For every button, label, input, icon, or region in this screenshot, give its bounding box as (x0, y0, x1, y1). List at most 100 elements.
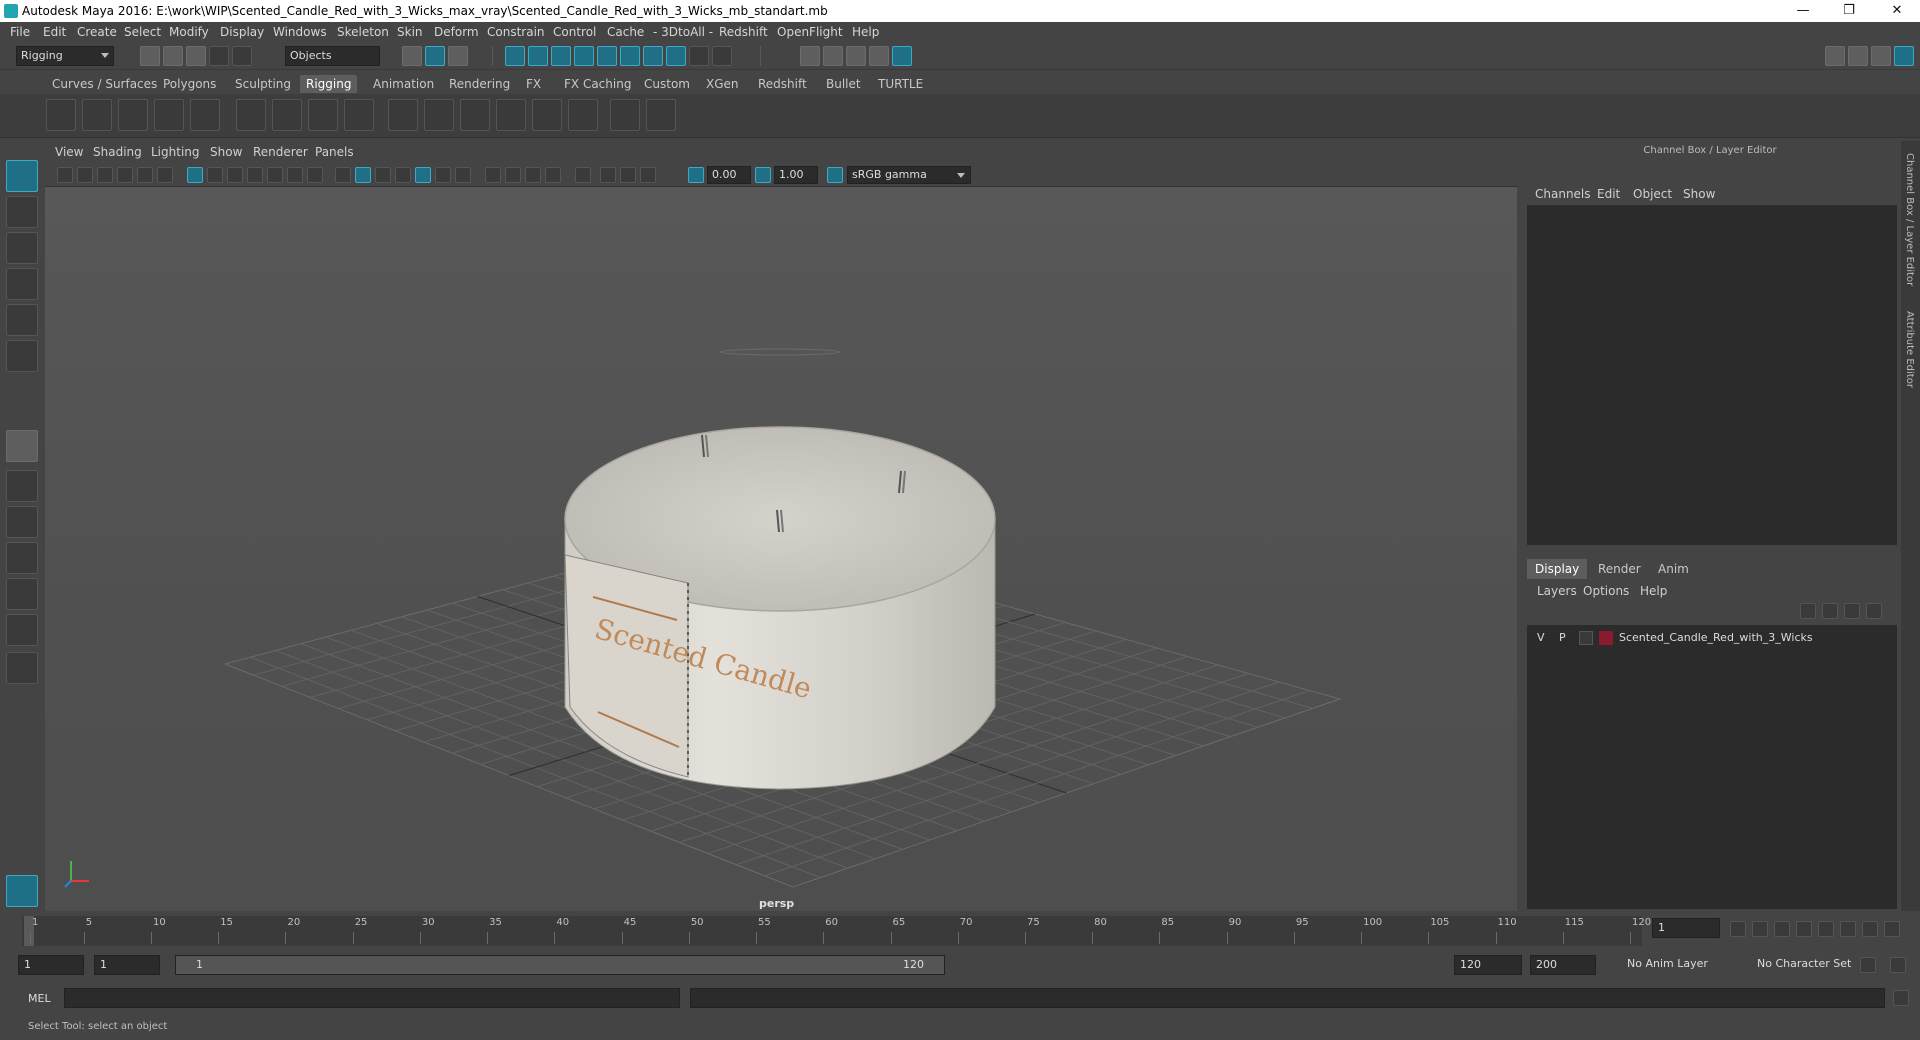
field-chart-icon[interactable] (267, 167, 283, 183)
tab-anim[interactable]: Anim (1650, 559, 1697, 579)
menu-deform[interactable]: Deform (434, 25, 479, 39)
layout-menu-icon[interactable] (6, 652, 38, 684)
menu-skeleton[interactable]: Skeleton (337, 25, 389, 39)
go-to-end-icon[interactable] (1884, 921, 1900, 937)
tab-redshift[interactable]: Redshift (752, 75, 813, 93)
motion-blur-icon[interactable] (505, 167, 521, 183)
current-frame-field[interactable]: 1 (1652, 918, 1720, 938)
layer-visibility-toggle[interactable]: V (1537, 631, 1545, 644)
scale-tool-icon[interactable] (6, 340, 38, 372)
layer-menu-options[interactable]: Options (1583, 584, 1629, 598)
2d-pan-zoom-icon[interactable] (137, 167, 153, 183)
menu-modify[interactable]: Modify (169, 25, 209, 39)
layer-playback-toggle[interactable]: P (1559, 631, 1566, 644)
play-forwards-icon[interactable] (1818, 921, 1834, 937)
shadows-icon[interactable] (455, 167, 471, 183)
paint-select-tool-icon[interactable] (6, 232, 38, 264)
select-by-component-icon[interactable] (448, 46, 468, 66)
bind-skin-icon[interactable] (388, 99, 418, 131)
tab-animation[interactable]: Animation (367, 75, 440, 93)
time-slider-bar[interactable]: 1 5 10 15 20 25 30 35 40 45 50 55 60 65 70 75 80 85 90 95 10… (22, 916, 1651, 946)
cb-menu-edit[interactable]: Edit (1597, 187, 1620, 201)
menu-display[interactable]: Display (220, 25, 264, 39)
parent-constraint-icon[interactable] (460, 99, 490, 131)
add-influence-icon[interactable] (610, 99, 640, 131)
lock-icon[interactable] (689, 46, 709, 66)
vp-menu-view[interactable]: View (55, 145, 83, 159)
tab-xgen[interactable]: XGen (700, 75, 745, 93)
gate-mask-icon[interactable] (247, 167, 263, 183)
new-layer-icon[interactable] (1844, 603, 1860, 619)
render-frame-icon[interactable] (823, 46, 843, 66)
pole-vector-icon[interactable] (568, 99, 598, 131)
tab-fx-caching[interactable]: FX Caching (558, 75, 637, 93)
playback-start-field[interactable]: 1 (94, 955, 160, 975)
move-layer-up-icon[interactable] (1800, 603, 1816, 619)
xray-icon[interactable] (600, 167, 616, 183)
gamma-field[interactable]: 1.00 (774, 166, 818, 184)
xray-components-icon[interactable] (640, 167, 656, 183)
film-gate-icon[interactable] (207, 167, 223, 183)
move-tool-icon[interactable] (6, 268, 38, 300)
camera-attributes-icon[interactable] (77, 167, 93, 183)
range-bar[interactable]: 1 120 (175, 955, 945, 975)
outliner-persp-graph-icon[interactable] (6, 614, 38, 646)
character-set-dropdown[interactable]: No Character Set (1752, 955, 1874, 975)
vp-menu-renderer[interactable]: Renderer (253, 145, 308, 159)
vp-menu-show[interactable]: Show (210, 145, 242, 159)
workspace-icon[interactable] (1825, 46, 1845, 66)
new-layer-from-selected-icon[interactable] (1866, 603, 1882, 619)
side-tab-attribute-editor[interactable]: Attribute Editor (1904, 311, 1915, 388)
cb-menu-show[interactable]: Show (1683, 187, 1715, 201)
paint-weights-icon[interactable] (424, 99, 454, 131)
channel-box-toggle-icon[interactable] (1848, 46, 1868, 66)
ipr-render-icon[interactable] (846, 46, 866, 66)
orient-constraint-icon[interactable] (532, 99, 562, 131)
menu-create[interactable]: Create (77, 25, 117, 39)
step-forward-frame-icon[interactable] (1840, 921, 1856, 937)
wrap-icon[interactable] (308, 99, 338, 131)
smooth-shade-icon[interactable] (355, 167, 371, 183)
point-constraint-icon[interactable] (496, 99, 526, 131)
maya-home-icon[interactable] (6, 875, 38, 907)
wireframe-on-shaded-icon[interactable] (395, 167, 411, 183)
layer-color-swatch[interactable] (1599, 631, 1613, 645)
side-tab-channel-box[interactable]: Channel Box / Layer Editor (1904, 153, 1915, 286)
layer-menu-layers[interactable]: Layers (1537, 584, 1577, 598)
menu-set-dropdown[interactable]: Rigging (16, 46, 114, 66)
tab-fx[interactable]: FX (520, 75, 547, 93)
vp-menu-lighting[interactable]: Lighting (151, 145, 200, 159)
step-back-frame-icon[interactable] (1774, 921, 1790, 937)
tab-custom[interactable]: Custom (638, 75, 696, 93)
four-view-icon[interactable] (6, 470, 38, 502)
gamma-icon[interactable] (755, 167, 771, 183)
select-by-object-icon[interactable] (425, 46, 445, 66)
vp-menu-panels[interactable]: Panels (315, 145, 354, 159)
step-back-key-icon[interactable] (1752, 921, 1768, 937)
channel-box-area[interactable] (1527, 205, 1897, 545)
new-scene-icon[interactable] (140, 46, 160, 66)
resolution-gate-icon[interactable] (227, 167, 243, 183)
color-space-dropdown[interactable]: sRGB gamma (847, 166, 971, 184)
cb-menu-object[interactable]: Object (1633, 187, 1672, 201)
cb-menu-channels[interactable]: Channels (1535, 187, 1591, 201)
menu-constrain[interactable]: Constrain (487, 25, 545, 39)
layer-row[interactable]: V P Scented_Candle_Red_with_3_Wicks (1531, 629, 1893, 647)
animation-end-field[interactable]: 200 (1530, 955, 1596, 975)
remove-influence-icon[interactable] (646, 99, 676, 131)
side-by-side-view-icon[interactable] (6, 506, 38, 538)
tab-turtle[interactable]: TURTLE (872, 75, 929, 93)
menu-redshift[interactable]: Redshift (719, 25, 768, 39)
menu-skin[interactable]: Skin (397, 25, 423, 39)
isolate-select-icon[interactable] (575, 167, 591, 183)
camera-select-icon[interactable] (57, 167, 73, 183)
construction-history-icon[interactable] (666, 46, 686, 66)
attribute-editor-toggle-icon[interactable] (1871, 46, 1891, 66)
snap-live-icon[interactable] (597, 46, 617, 66)
bookmark-icon[interactable] (97, 167, 113, 183)
tab-rendering[interactable]: Rendering (443, 75, 516, 93)
grid-toggle-icon[interactable] (187, 167, 203, 183)
ik-handle-icon[interactable] (82, 99, 112, 131)
render-settings-icon[interactable] (869, 46, 889, 66)
image-plane-icon[interactable] (117, 167, 133, 183)
